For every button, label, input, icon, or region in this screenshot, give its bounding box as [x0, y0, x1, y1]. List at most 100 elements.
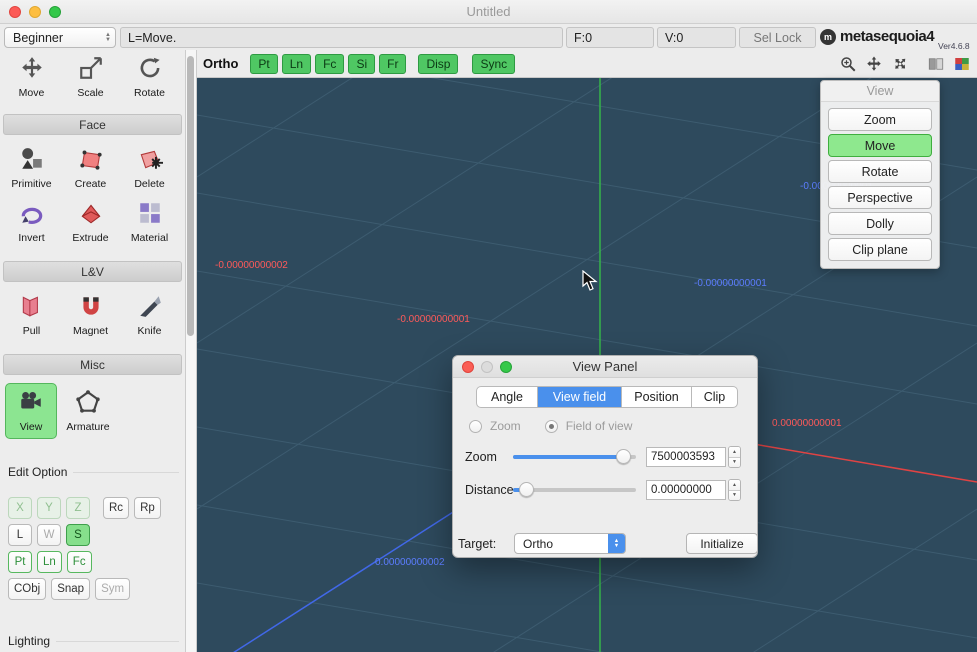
tool-armature[interactable]: Armature: [57, 386, 119, 436]
distance-value-field[interactable]: 0.00000000: [646, 480, 726, 500]
local-button[interactable]: L: [8, 524, 32, 546]
coordinate-label: 0.00000000001: [772, 418, 842, 429]
tool-scale[interactable]: Scale: [61, 52, 120, 102]
edit-option-row2: L W S: [8, 524, 185, 546]
toggle-pt[interactable]: Pt: [250, 54, 277, 74]
chevron-updown-icon: ▲▼: [101, 28, 115, 47]
face-tools-grid: Primitive Create Delete Invert Extrude: [0, 139, 185, 249]
field-of-view-radio[interactable]: [545, 420, 558, 433]
invert-icon: [19, 200, 45, 231]
view-rotate-button[interactable]: Rotate: [828, 160, 932, 183]
knife-icon: [137, 293, 163, 324]
screen-button[interactable]: S: [66, 524, 90, 546]
face-count: F:0: [574, 31, 592, 45]
world-button[interactable]: W: [37, 524, 61, 546]
edit-option-label: Edit Option: [8, 465, 179, 479]
tool-knife[interactable]: Knife: [120, 288, 179, 342]
stepper-up-icon[interactable]: ▲: [729, 480, 740, 491]
view-palette-title[interactable]: View: [821, 81, 939, 102]
view-clip-plane-button[interactable]: Clip plane: [828, 238, 932, 261]
stepper-down-icon[interactable]: ▼: [729, 491, 740, 501]
distance-slider-thumb[interactable]: [519, 482, 534, 497]
tab-view-field[interactable]: View field: [537, 387, 621, 407]
tab-angle[interactable]: Angle: [477, 387, 537, 407]
edit-option-row4: CObj Snap Sym: [8, 578, 185, 600]
material-icon: [137, 200, 163, 231]
tool-material[interactable]: Material: [120, 195, 179, 249]
toggle-fr[interactable]: Fr: [379, 54, 406, 74]
ln-filter-button[interactable]: Ln: [37, 551, 62, 573]
tool-extrude[interactable]: Extrude: [61, 195, 120, 249]
zoom-value-field[interactable]: 7500003593: [646, 447, 726, 467]
face-count-field: F:0: [566, 27, 654, 48]
sym-button[interactable]: Sym: [95, 578, 130, 600]
tool-label: Knife: [138, 325, 162, 337]
cobj-button[interactable]: CObj: [8, 578, 46, 600]
sidebar-scrollbar-thumb[interactable]: [187, 56, 194, 336]
dialog-titlebar[interactable]: View Panel: [453, 356, 757, 378]
mode-select[interactable]: Beginner ▲▼: [4, 27, 116, 48]
view-dolly-button[interactable]: Dolly: [828, 212, 932, 235]
tool-magnet[interactable]: Magnet: [61, 288, 120, 342]
view-perspective-button[interactable]: Perspective: [828, 186, 932, 209]
zoom-slider-thumb[interactable]: [616, 449, 631, 464]
distance-row: Distance 0.00000000 ▲ ▼: [465, 479, 745, 501]
tool-label: View: [20, 421, 43, 433]
view-camera-icon: [18, 389, 44, 420]
toggle-sync[interactable]: Sync: [472, 54, 515, 74]
axis-y-button[interactable]: Y: [37, 497, 61, 519]
rotate-icon: [137, 55, 163, 86]
zoom-slider[interactable]: [513, 449, 636, 465]
section-header-face: Face: [3, 114, 182, 135]
tool-label: Extrude: [72, 232, 108, 244]
pt-filter-button[interactable]: Pt: [8, 551, 32, 573]
toggle-ln[interactable]: Ln: [282, 54, 311, 74]
distance-stepper[interactable]: ▲ ▼: [728, 479, 741, 501]
rp-button[interactable]: Rp: [134, 497, 161, 519]
zoom-stepper[interactable]: ▲ ▼: [728, 446, 741, 468]
target-select[interactable]: Ortho ▲▼: [514, 533, 626, 554]
pan-view-icon[interactable]: [863, 53, 885, 75]
tab-clip[interactable]: Clip: [691, 387, 737, 407]
panel-colors-icon[interactable]: [951, 53, 973, 75]
initialize-button[interactable]: Initialize: [686, 533, 758, 554]
tool-delete[interactable]: Delete: [120, 141, 179, 195]
zoom-view-icon[interactable]: [837, 53, 859, 75]
tool-move[interactable]: Move: [2, 52, 61, 102]
create-icon: [78, 146, 104, 177]
sel-lock-button[interactable]: Sel Lock: [739, 27, 816, 48]
rotate-view-icon[interactable]: [889, 53, 911, 75]
section-header-lv: L&V: [3, 261, 182, 282]
lv-tools-grid: Pull Magnet Knife: [0, 286, 185, 342]
coordinate-label: 0.00000000002: [375, 557, 445, 568]
tool-view[interactable]: View: [5, 383, 57, 439]
tool-invert[interactable]: Invert: [2, 195, 61, 249]
distance-slider[interactable]: [513, 482, 636, 498]
tool-pull[interactable]: Pull: [2, 288, 61, 342]
tool-create[interactable]: Create: [61, 141, 120, 195]
view-zoom-button[interactable]: Zoom: [828, 108, 932, 131]
axis-z-button[interactable]: Z: [66, 497, 90, 519]
main-toolbar: Beginner ▲▼ L=Move. F:0 V:0 Sel Lock m m…: [0, 24, 977, 51]
tool-rotate[interactable]: Rotate: [120, 52, 179, 102]
tool-label: Invert: [18, 232, 44, 244]
view-mode-label[interactable]: Ortho: [203, 56, 238, 71]
misc-tools-grid: View Armature: [0, 379, 185, 441]
snap-button[interactable]: Snap: [51, 578, 90, 600]
zoom-radio[interactable]: [469, 420, 482, 433]
sidebar-scrollbar[interactable]: [186, 50, 197, 652]
toggle-si[interactable]: Si: [348, 54, 375, 74]
tool-label: Rotate: [134, 87, 165, 99]
stepper-up-icon[interactable]: ▲: [729, 447, 740, 458]
split-view-icon[interactable]: [925, 53, 947, 75]
toggle-disp[interactable]: Disp: [418, 54, 458, 74]
toggle-fc[interactable]: Fc: [315, 54, 344, 74]
tab-position[interactable]: Position: [621, 387, 691, 407]
view-move-button[interactable]: Move: [828, 134, 932, 157]
fc-filter-button[interactable]: Fc: [67, 551, 92, 573]
rc-button[interactable]: Rc: [103, 497, 129, 519]
view-palette: View Zoom Move Rotate Perspective Dolly …: [820, 80, 940, 269]
axis-x-button[interactable]: X: [8, 497, 32, 519]
stepper-down-icon[interactable]: ▼: [729, 458, 740, 468]
tool-primitive[interactable]: Primitive: [2, 141, 61, 195]
